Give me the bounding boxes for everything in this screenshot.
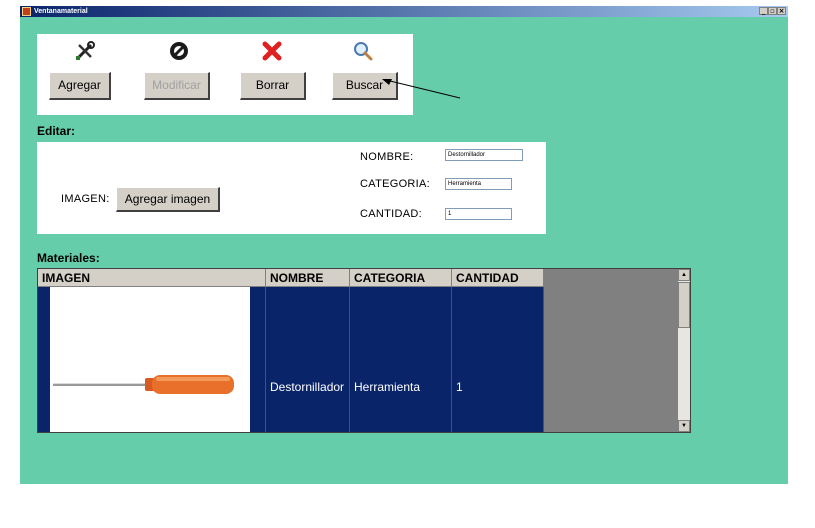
no-entry-icon [167,40,191,64]
column-header-nombre[interactable]: NOMBRE [266,269,350,287]
add-image-button[interactable]: Agregar imagen [116,187,220,212]
nombre-cell[interactable]: Destornillador [266,287,350,432]
category-label: CATEGORIA: [360,178,431,190]
minimize-button[interactable]: _ [759,7,768,15]
tools-icon [73,40,97,64]
column-header-cantidad[interactable]: CANTIDAD [452,269,544,287]
arrow-pointer-icon [382,79,461,99]
column-header-categoria[interactable]: CATEGORIA [350,269,452,287]
scroll-down-icon[interactable]: ▼ [678,420,690,432]
toolbar-panel: Agregar Modificar Borrar Buscar [37,34,413,115]
screwdriver-image [50,287,250,432]
delete-button[interactable]: Borrar [240,72,306,100]
modify-button[interactable]: Modificar [144,72,210,100]
edit-panel: IMAGEN: Agregar imagen NOMBRE: Destornil… [37,142,546,234]
name-field[interactable]: Destornillador [445,149,523,161]
image-label: IMAGEN: [61,193,110,205]
quantity-field[interactable]: 1 [445,208,512,220]
column-header-imagen[interactable]: IMAGEN [38,269,266,287]
categoria-cell[interactable]: Herramienta [350,287,452,432]
material-window: Ventanamaterial _ ▫ × Agregar Modificar … [20,6,788,484]
close-button[interactable]: × [777,7,786,15]
image-cell[interactable] [38,287,266,432]
vertical-scrollbar[interactable]: ▲ ▼ [678,269,690,432]
materials-section-title: Materiales: [37,251,100,265]
magnifier-icon [351,40,375,64]
add-button[interactable]: Agregar [49,72,111,100]
cantidad-cell[interactable]: 1 [452,287,544,432]
materials-grid[interactable]: IMAGEN NOMBRE CATEGORIA CANTIDAD Destorn… [37,268,691,433]
maximize-button[interactable]: ▫ [768,7,777,15]
name-label: NOMBRE: [360,151,414,163]
quantity-label: CANTIDAD: [360,208,422,220]
scroll-thumb[interactable] [678,282,690,328]
window-title: Ventanamaterial [34,8,88,15]
app-icon [22,7,31,16]
title-bar[interactable]: Ventanamaterial _ ▫ × [20,6,788,17]
edit-section-title: Editar: [37,124,76,138]
category-field[interactable]: Herramienta [445,178,512,190]
delete-x-icon [260,40,284,64]
scroll-up-icon[interactable]: ▲ [678,269,690,281]
